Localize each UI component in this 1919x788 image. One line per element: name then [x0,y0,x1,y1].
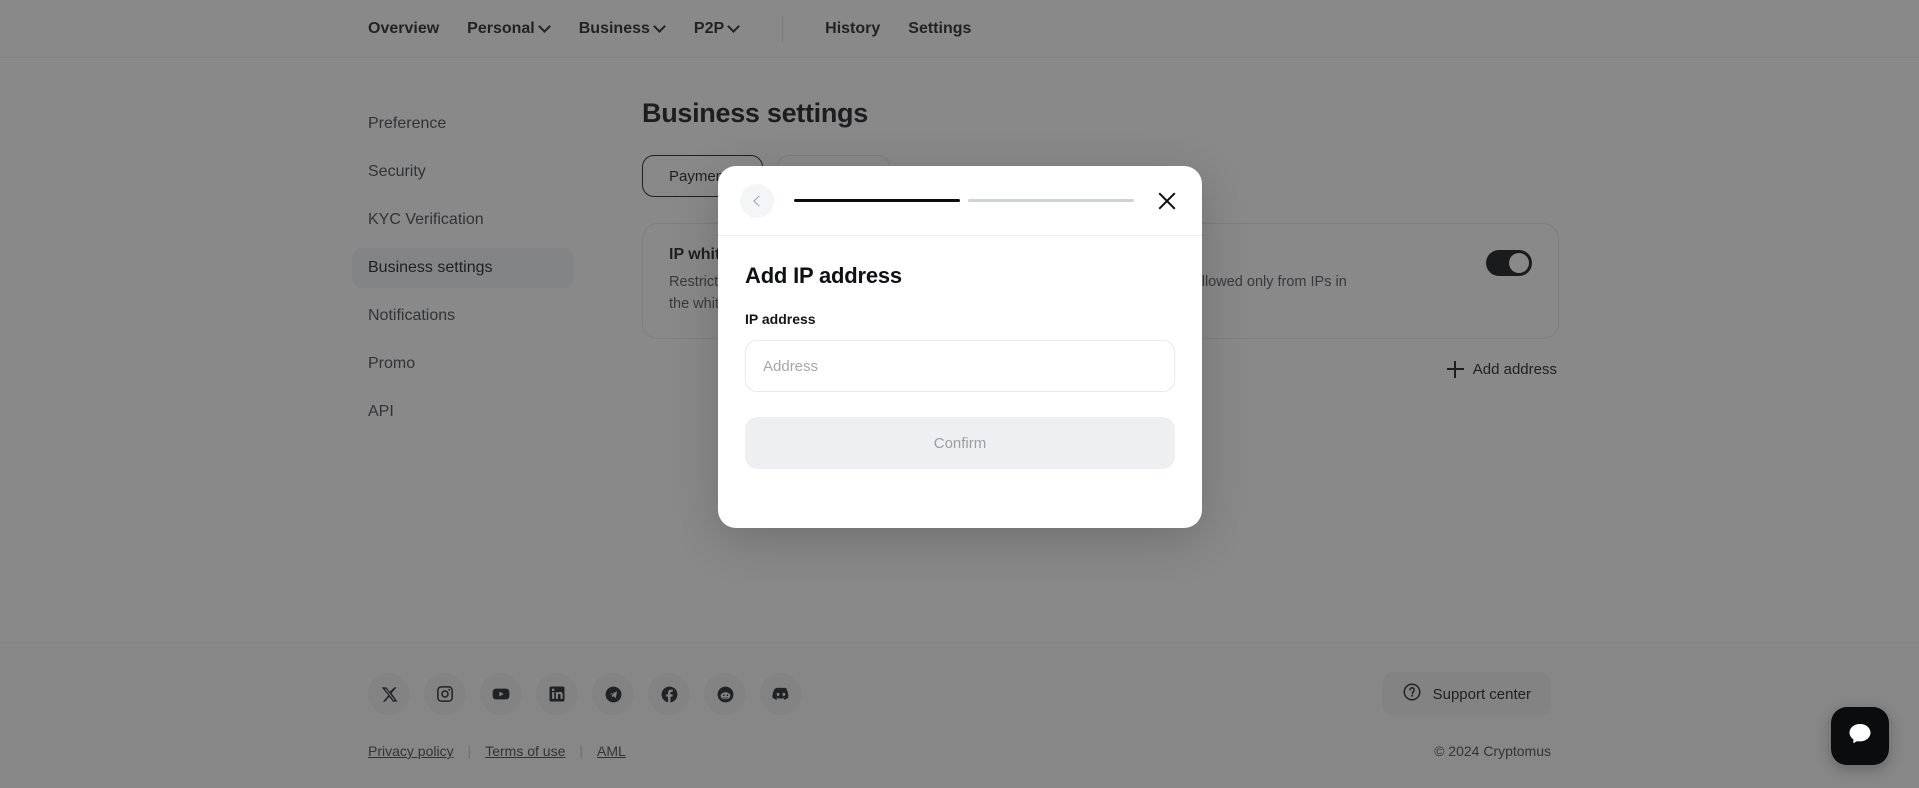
modal-header [718,166,1202,236]
confirm-button[interactable]: Confirm [745,417,1175,469]
modal-title: Add IP address [745,263,902,288]
chevron-left-icon [752,194,765,207]
back-button[interactable] [740,183,774,218]
chat-bubble-icon [1846,720,1874,753]
ip-address-field-label: IP address [745,311,816,327]
modal-body: Add IP address IP address Confirm [718,236,1202,469]
chat-support-button[interactable] [1831,707,1889,765]
ip-address-input[interactable] [745,340,1175,392]
step-progress-indicator [788,199,1140,202]
step-indicator-2 [968,199,1134,202]
step-indicator-1 [794,199,960,202]
app-root: Overview Personal Business P2P History S… [0,0,1919,788]
close-icon[interactable] [1154,188,1180,214]
add-ip-address-modal: Add IP address IP address Confirm [718,166,1202,528]
